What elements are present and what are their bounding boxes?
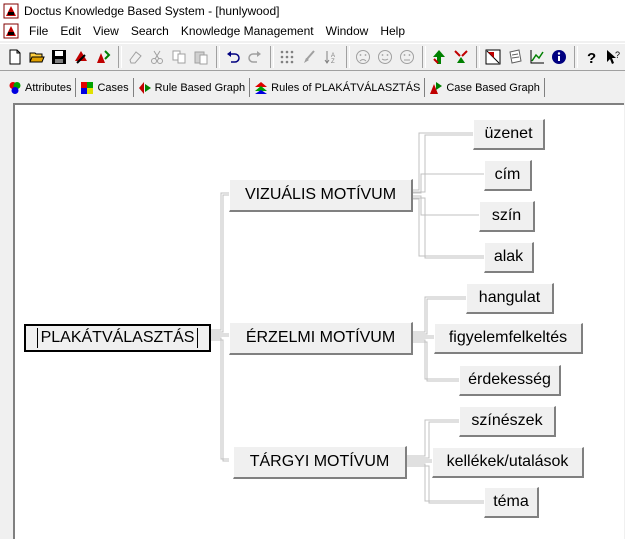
grid-icon[interactable] (277, 47, 297, 67)
graph-node-label: TÁRGYI MOTÍVUM (249, 453, 390, 470)
toolbar-separator (346, 46, 350, 68)
rules-icon (255, 81, 268, 94)
graph-node-label: hangulat (478, 289, 541, 306)
graph-node-group[interactable]: ÉRZELMI MOTÍVUM (229, 322, 413, 355)
graph-node-leaf[interactable]: szín (479, 201, 535, 232)
graph-node-label: kellékek/utalások (446, 453, 569, 470)
svg-text:?: ? (615, 50, 620, 60)
neutral-face-icon[interactable] (375, 47, 395, 67)
graph-node-label: figyelemfelkeltés (448, 329, 568, 346)
menu-bar: File Edit View Search Knowledge Manageme… (0, 21, 625, 41)
cut-icon[interactable] (147, 47, 167, 67)
graph-node-leaf[interactable]: figyelemfelkeltés (434, 323, 583, 354)
graph-node-leaf[interactable]: érdekesség (459, 365, 561, 396)
new-file-icon[interactable] (5, 47, 25, 67)
rule-graph-canvas[interactable]: PLAKÁTVÁLASZTÁS VIZUÁLIS MOTÍVUM üzenet … (13, 103, 624, 539)
menu-help[interactable]: Help (376, 24, 413, 38)
toolbar: AZ ? ? (0, 43, 625, 71)
graph-node-leaf[interactable]: hangulat (466, 283, 554, 314)
undo-icon[interactable] (223, 47, 243, 67)
window-title: Doctus Knowledge Based System - [hunlywo… (24, 3, 280, 18)
menu-view[interactable]: View (89, 24, 127, 38)
svg-text:?: ? (587, 50, 596, 65)
tab-rules-of-plakatvalasztas[interactable]: Rules of PLAKÁTVÁLASZTÁS (250, 78, 426, 97)
open-folder-icon[interactable] (27, 47, 47, 67)
sad-face-icon[interactable] (353, 47, 373, 67)
toolbar-separator (476, 46, 480, 68)
view-tabs: Attributes Cases Rule Based Graph Rules … (4, 76, 545, 97)
graph-node-group[interactable]: TÁRGYI MOTÍVUM (233, 446, 407, 479)
rule-icon[interactable] (71, 47, 91, 67)
tab-case-based-graph[interactable]: Case Based Graph (425, 78, 545, 97)
toolbar-separator (118, 46, 122, 68)
graph-node-label: színészek (471, 412, 543, 429)
tab-label: Cases (97, 81, 129, 94)
title-bar: Doctus Knowledge Based System - [hunlywo… (0, 0, 625, 21)
graph-node-leaf[interactable]: kellékek/utalások (432, 447, 584, 478)
brush-icon[interactable] (299, 47, 319, 67)
copy-icon[interactable] (169, 47, 189, 67)
info-icon[interactable] (549, 47, 569, 67)
toolbar-separator (216, 46, 220, 68)
eraser-icon[interactable] (125, 47, 145, 67)
tab-attributes[interactable]: Attributes (4, 78, 77, 97)
sort-icon[interactable]: AZ (321, 47, 341, 67)
tab-cases[interactable]: Cases (76, 78, 134, 97)
attributes-icon (9, 81, 21, 94)
svg-text:Z: Z (331, 59, 335, 65)
graph-node-label: téma (493, 493, 529, 510)
graph-node-label: üzenet (484, 125, 533, 142)
rule-graph-icon (138, 81, 151, 94)
cases-icon (81, 81, 94, 94)
paste-icon[interactable] (191, 47, 211, 67)
graph-node-label: alak (493, 248, 524, 265)
pointer-help-icon[interactable]: ? (603, 47, 623, 67)
graph-node-leaf[interactable]: színészek (459, 406, 556, 437)
menu-search[interactable]: Search (127, 24, 177, 38)
graph-node-label: cím (494, 166, 521, 183)
case-graph-icon (430, 81, 443, 94)
graph-node-root[interactable]: PLAKÁTVÁLASZTÁS (24, 324, 211, 352)
toolbar-separator (574, 46, 578, 68)
save-icon[interactable] (49, 47, 69, 67)
toolbar-separator (422, 46, 426, 68)
graph-node-leaf[interactable]: alak (484, 242, 534, 273)
tab-label: Attributes (25, 81, 72, 94)
doctus-app-icon (3, 3, 19, 18)
toolbar-separator (270, 46, 274, 68)
document-icon[interactable] (3, 23, 19, 39)
reduce-icon[interactable] (451, 47, 471, 67)
tab-rule-based-graph[interactable]: Rule Based Graph (133, 78, 251, 97)
graph-node-group[interactable]: VIZUÁLIS MOTÍVUM (229, 179, 413, 212)
menu-knowledge-management[interactable]: Knowledge Management (177, 24, 322, 38)
tab-label: Rule Based Graph (154, 81, 246, 94)
menu-window[interactable]: Window (322, 24, 377, 38)
graph-node-label: PLAKÁTVÁLASZTÁS (36, 327, 199, 349)
graph-icon[interactable] (483, 47, 503, 67)
tab-label: Case Based Graph (446, 81, 540, 94)
tree-icon[interactable] (429, 47, 449, 67)
case-icon[interactable] (93, 47, 113, 67)
graph-node-leaf[interactable]: téma (484, 487, 539, 518)
redo-icon[interactable] (245, 47, 265, 67)
graph-node-label: szín (491, 207, 522, 224)
chart-icon[interactable] (527, 47, 547, 67)
tab-label: Rules of PLAKÁTVÁLASZTÁS (271, 81, 421, 94)
help-icon[interactable]: ? (581, 47, 601, 67)
smile-face-icon[interactable] (397, 47, 417, 67)
menu-edit[interactable]: Edit (56, 24, 89, 38)
graph-node-leaf[interactable]: üzenet (473, 119, 545, 150)
graph-node-label: ÉRZELMI MOTÍVUM (245, 329, 396, 346)
menu-file[interactable]: File (25, 24, 56, 38)
graph-node-label: VIZUÁLIS MOTÍVUM (244, 186, 397, 203)
graph-node-leaf[interactable]: cím (484, 160, 532, 191)
notes-icon[interactable] (505, 47, 525, 67)
graph-node-label: érdekesség (468, 371, 551, 388)
